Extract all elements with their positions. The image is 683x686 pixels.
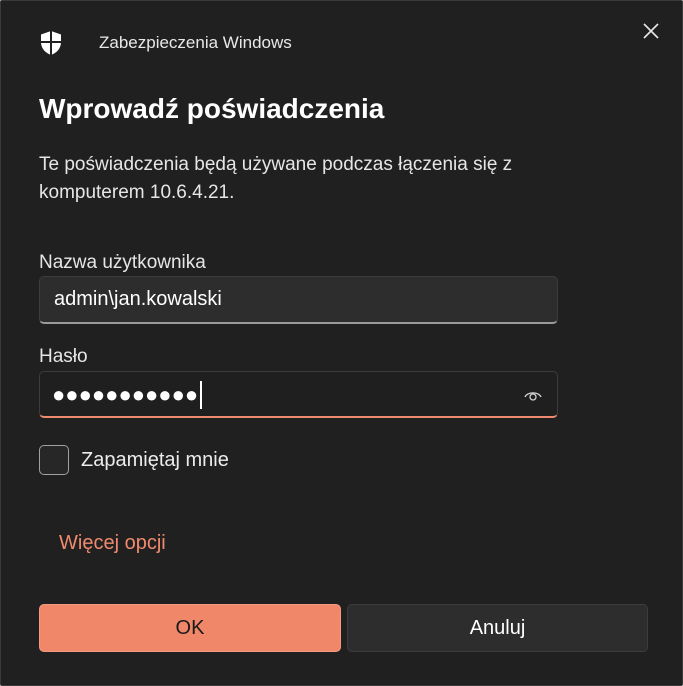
shield-icon [41,31,61,55]
password-field[interactable]: ●●●●●●●●●●● [39,371,558,418]
password-label: Hasło [39,346,88,367]
password-masked-text: ●●●●●●●●●●● [52,382,199,407]
dialog-description: Te poświadczenia będą używane podczas łą… [39,154,513,203]
eye-icon[interactable] [523,385,543,405]
dialog-title: Wprowadź poświadczenia [39,93,385,124]
more-options-link[interactable]: Więcej opcji [59,532,166,555]
close-icon [643,23,659,39]
close-button[interactable] [635,15,667,47]
ok-button[interactable]: OK [39,604,341,652]
password-value: ●●●●●●●●●●● [52,380,203,410]
remember-me-row[interactable]: Zapamiętaj mnie [39,445,229,475]
credentials-dialog: Zabezpieczenia Windows Wprowadź poświadc… [0,0,683,686]
remember-me-label[interactable]: Zapamiętaj mnie [81,449,229,472]
text-caret [200,381,203,409]
app-title: Zabezpieczenia Windows [99,33,292,52]
cancel-button[interactable]: Anuluj [347,604,648,652]
dialog-header: Zabezpieczenia Windows [39,29,292,57]
remember-me-checkbox[interactable] [39,445,69,475]
username-label: Nazwa użytkownika [39,252,206,273]
username-field[interactable] [39,276,558,324]
